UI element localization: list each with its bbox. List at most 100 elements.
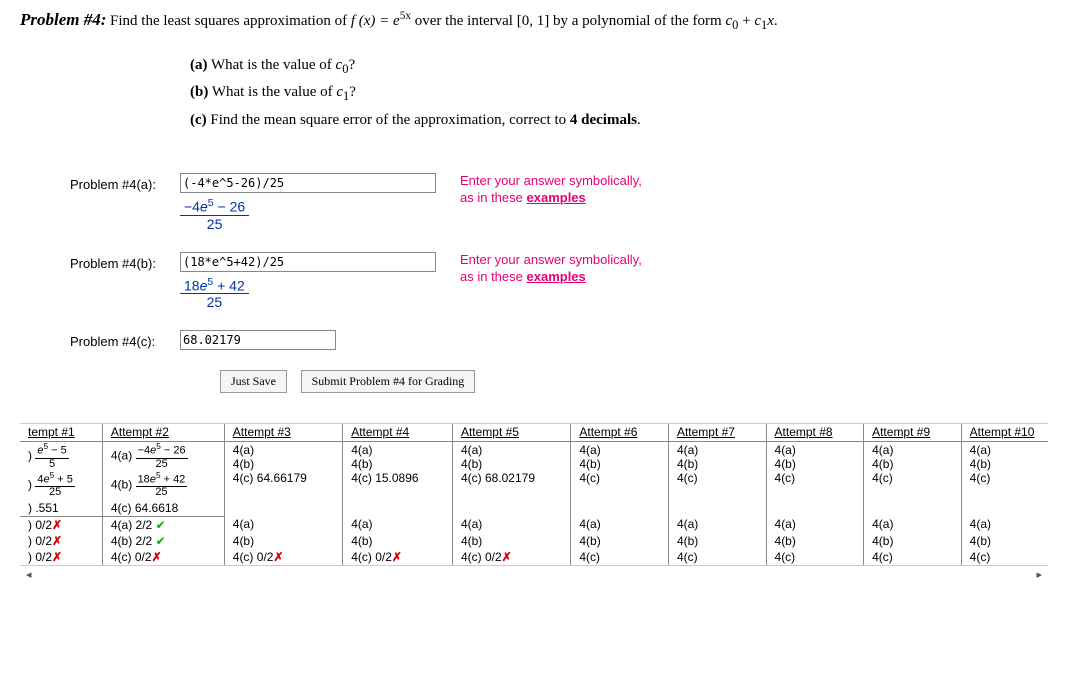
answer-a-num: −4e5 − 26 xyxy=(180,197,249,216)
fx-exp: 5x xyxy=(400,10,411,22)
attempts-hdr-3[interactable]: Attempt #3 xyxy=(224,424,342,442)
answer-row-a: Problem #4(a): −4e5 − 26 25 Enter your a… xyxy=(70,173,1048,232)
problem-header: Problem #4: Find the least squares appro… xyxy=(20,10,1048,33)
attempts-table: tempt #1 Attempt #2 Attempt #3 Attempt #… xyxy=(20,424,1048,565)
x-icon: ✗ xyxy=(502,550,512,564)
cell-a: 4(a) xyxy=(461,443,482,457)
cell: 4(a) xyxy=(343,516,453,533)
cell-text: 4(c) 0/2 xyxy=(461,550,502,564)
cell-pre: 4(b) xyxy=(111,478,132,492)
x-icon: ✗ xyxy=(52,534,62,548)
cell: 4(a)4(b)4(c) xyxy=(668,442,766,517)
hint-b: Enter your answer symbolically, as in th… xyxy=(460,252,642,286)
cell: ) 4e5 + 525 xyxy=(20,471,102,500)
attempts-hdr-10[interactable]: Attempt #10 xyxy=(961,424,1048,442)
cell-val: .551 xyxy=(35,501,58,515)
hint-b-line1: Enter your answer symbolically, xyxy=(460,252,642,267)
cell: 4(c) xyxy=(864,549,962,565)
answer-b-input[interactable] xyxy=(180,252,436,272)
c1-var: c xyxy=(754,13,761,29)
attempts-hdr-7[interactable]: Attempt #7 xyxy=(668,424,766,442)
part-c-bold: 4 decimals xyxy=(570,112,637,128)
cell-c: 4(c) xyxy=(775,471,796,485)
part-c-label: (c) xyxy=(190,112,207,128)
cell-b: 4(b) xyxy=(579,457,600,471)
scroll-indicator: ◂ ▸ xyxy=(20,565,1048,583)
cell: 4(c) 0/2✗ xyxy=(343,549,453,565)
attempts-header-row: tempt #1 Attempt #2 Attempt #3 Attempt #… xyxy=(20,424,1048,442)
hint-line1: Enter your answer symbolically, xyxy=(460,173,642,188)
attempts-hdr-2[interactable]: Attempt #2 xyxy=(102,424,224,442)
attempts-hdr-4[interactable]: Attempt #4 xyxy=(343,424,453,442)
scroll-right-icon[interactable]: ▸ xyxy=(1036,568,1042,581)
cell: 4(a)4(b)4(c) xyxy=(864,442,962,517)
cell-c: 4(c) xyxy=(872,471,893,485)
cell: 4(c) 0/2✗ xyxy=(452,549,570,565)
cell: 4(b) xyxy=(571,533,669,549)
answer-row-b: Problem #4(b): 18e5 + 42 25 Enter your a… xyxy=(70,252,1048,311)
attempts-scroll[interactable]: tempt #1 Attempt #2 Attempt #3 Attempt #… xyxy=(20,423,1048,565)
cell: 4(b) xyxy=(864,533,962,549)
cell-text: ) 0/2 xyxy=(28,534,52,548)
attempts-hdr-1[interactable]: tempt #1 xyxy=(20,424,102,442)
prompt-pre: Find the least squares approximation of xyxy=(110,13,351,29)
just-save-button[interactable]: Just Save xyxy=(220,370,287,393)
cell: 4(a) −4e5 − 2625 xyxy=(102,442,224,471)
problem-prompt: Find the least squares approximation of … xyxy=(110,13,778,29)
table-row: ) 0/2✗ 4(c) 0/2✗ 4(c) 0/2✗ 4(c) 0/2✗ 4(c… xyxy=(20,549,1048,565)
cell: 4(c) 64.6618 xyxy=(102,500,224,517)
examples-link[interactable]: examples xyxy=(527,190,586,205)
cell-c: 4(c) 15.0896 xyxy=(351,471,418,485)
button-row: Just Save Submit Problem #4 for Grading xyxy=(220,370,1048,393)
cell-b: 4(b) xyxy=(775,457,796,471)
poly-end: . xyxy=(774,13,778,29)
answer-c-input[interactable] xyxy=(180,330,336,350)
part-c-end: . xyxy=(637,112,641,128)
submit-button[interactable]: Submit Problem #4 for Grading xyxy=(301,370,476,393)
answer-a-input[interactable] xyxy=(180,173,436,193)
answer-a-label: Problem #4(a): xyxy=(70,173,180,192)
attempts-hdr-9[interactable]: Attempt #9 xyxy=(864,424,962,442)
cell-text: 4(a) 2/2 xyxy=(111,518,156,532)
cell-c: 4(c) 68.02179 xyxy=(461,471,535,485)
cell-pre: ) xyxy=(28,478,32,492)
cell-b: 4(b) xyxy=(677,457,698,471)
fx: f (x) = e xyxy=(351,13,400,29)
cell: 4(b) xyxy=(343,533,453,549)
cell: ) 0/2✗ xyxy=(20,516,102,533)
answer-row-c: Problem #4(c): xyxy=(70,330,1048,350)
part-c-text: Find the mean square error of the approx… xyxy=(207,112,570,128)
cell-a: 4(a) xyxy=(775,443,796,457)
part-b-text: What is the value of xyxy=(208,84,336,100)
cell: ) .551 xyxy=(20,500,102,517)
cell: 4(c) 0/2✗ xyxy=(102,549,224,565)
cell: 4(a) 2/2 ✔ xyxy=(102,516,224,533)
cell: 4(a)4(b)4(c) 15.0896 xyxy=(343,442,453,517)
cell: 4(a) xyxy=(668,516,766,533)
cell: 4(a) xyxy=(452,516,570,533)
parts-list: (a) What is the value of c0? (b) What is… xyxy=(190,53,1048,133)
part-b: (b) What is the value of c1? xyxy=(190,80,1048,107)
answer-b-den: 25 xyxy=(180,294,249,310)
attempts-hdr-6[interactable]: Attempt #6 xyxy=(571,424,669,442)
cell-text: ) 0/2 xyxy=(28,518,52,532)
cell: 4(b) 2/2 ✔ xyxy=(102,533,224,549)
answer-a-den: 25 xyxy=(180,216,249,232)
answer-a-display: −4e5 − 26 25 xyxy=(180,197,249,232)
cell: 4(c) 0/2✗ xyxy=(224,549,342,565)
cell-b: 4(b) xyxy=(970,457,991,471)
cell: 4(a) xyxy=(571,516,669,533)
answer-c-label: Problem #4(c): xyxy=(70,330,180,349)
x-icon: ✗ xyxy=(152,550,162,564)
cell: 4(a) xyxy=(224,516,342,533)
examples-link-b[interactable]: examples xyxy=(527,269,586,284)
cell-pre: 4(a) xyxy=(111,449,132,463)
cell: 4(c) xyxy=(668,549,766,565)
scroll-left-icon[interactable]: ◂ xyxy=(26,568,32,581)
table-row: ) e5 − 55 4(a) −4e5 − 2625 4(a)4(b)4(c) … xyxy=(20,442,1048,471)
cell: 4(b) xyxy=(668,533,766,549)
attempts-hdr-5[interactable]: Attempt #5 xyxy=(452,424,570,442)
cell: ) 0/2✗ xyxy=(20,533,102,549)
attempts-hdr-8[interactable]: Attempt #8 xyxy=(766,424,864,442)
cell-b: 4(b) xyxy=(233,457,254,471)
